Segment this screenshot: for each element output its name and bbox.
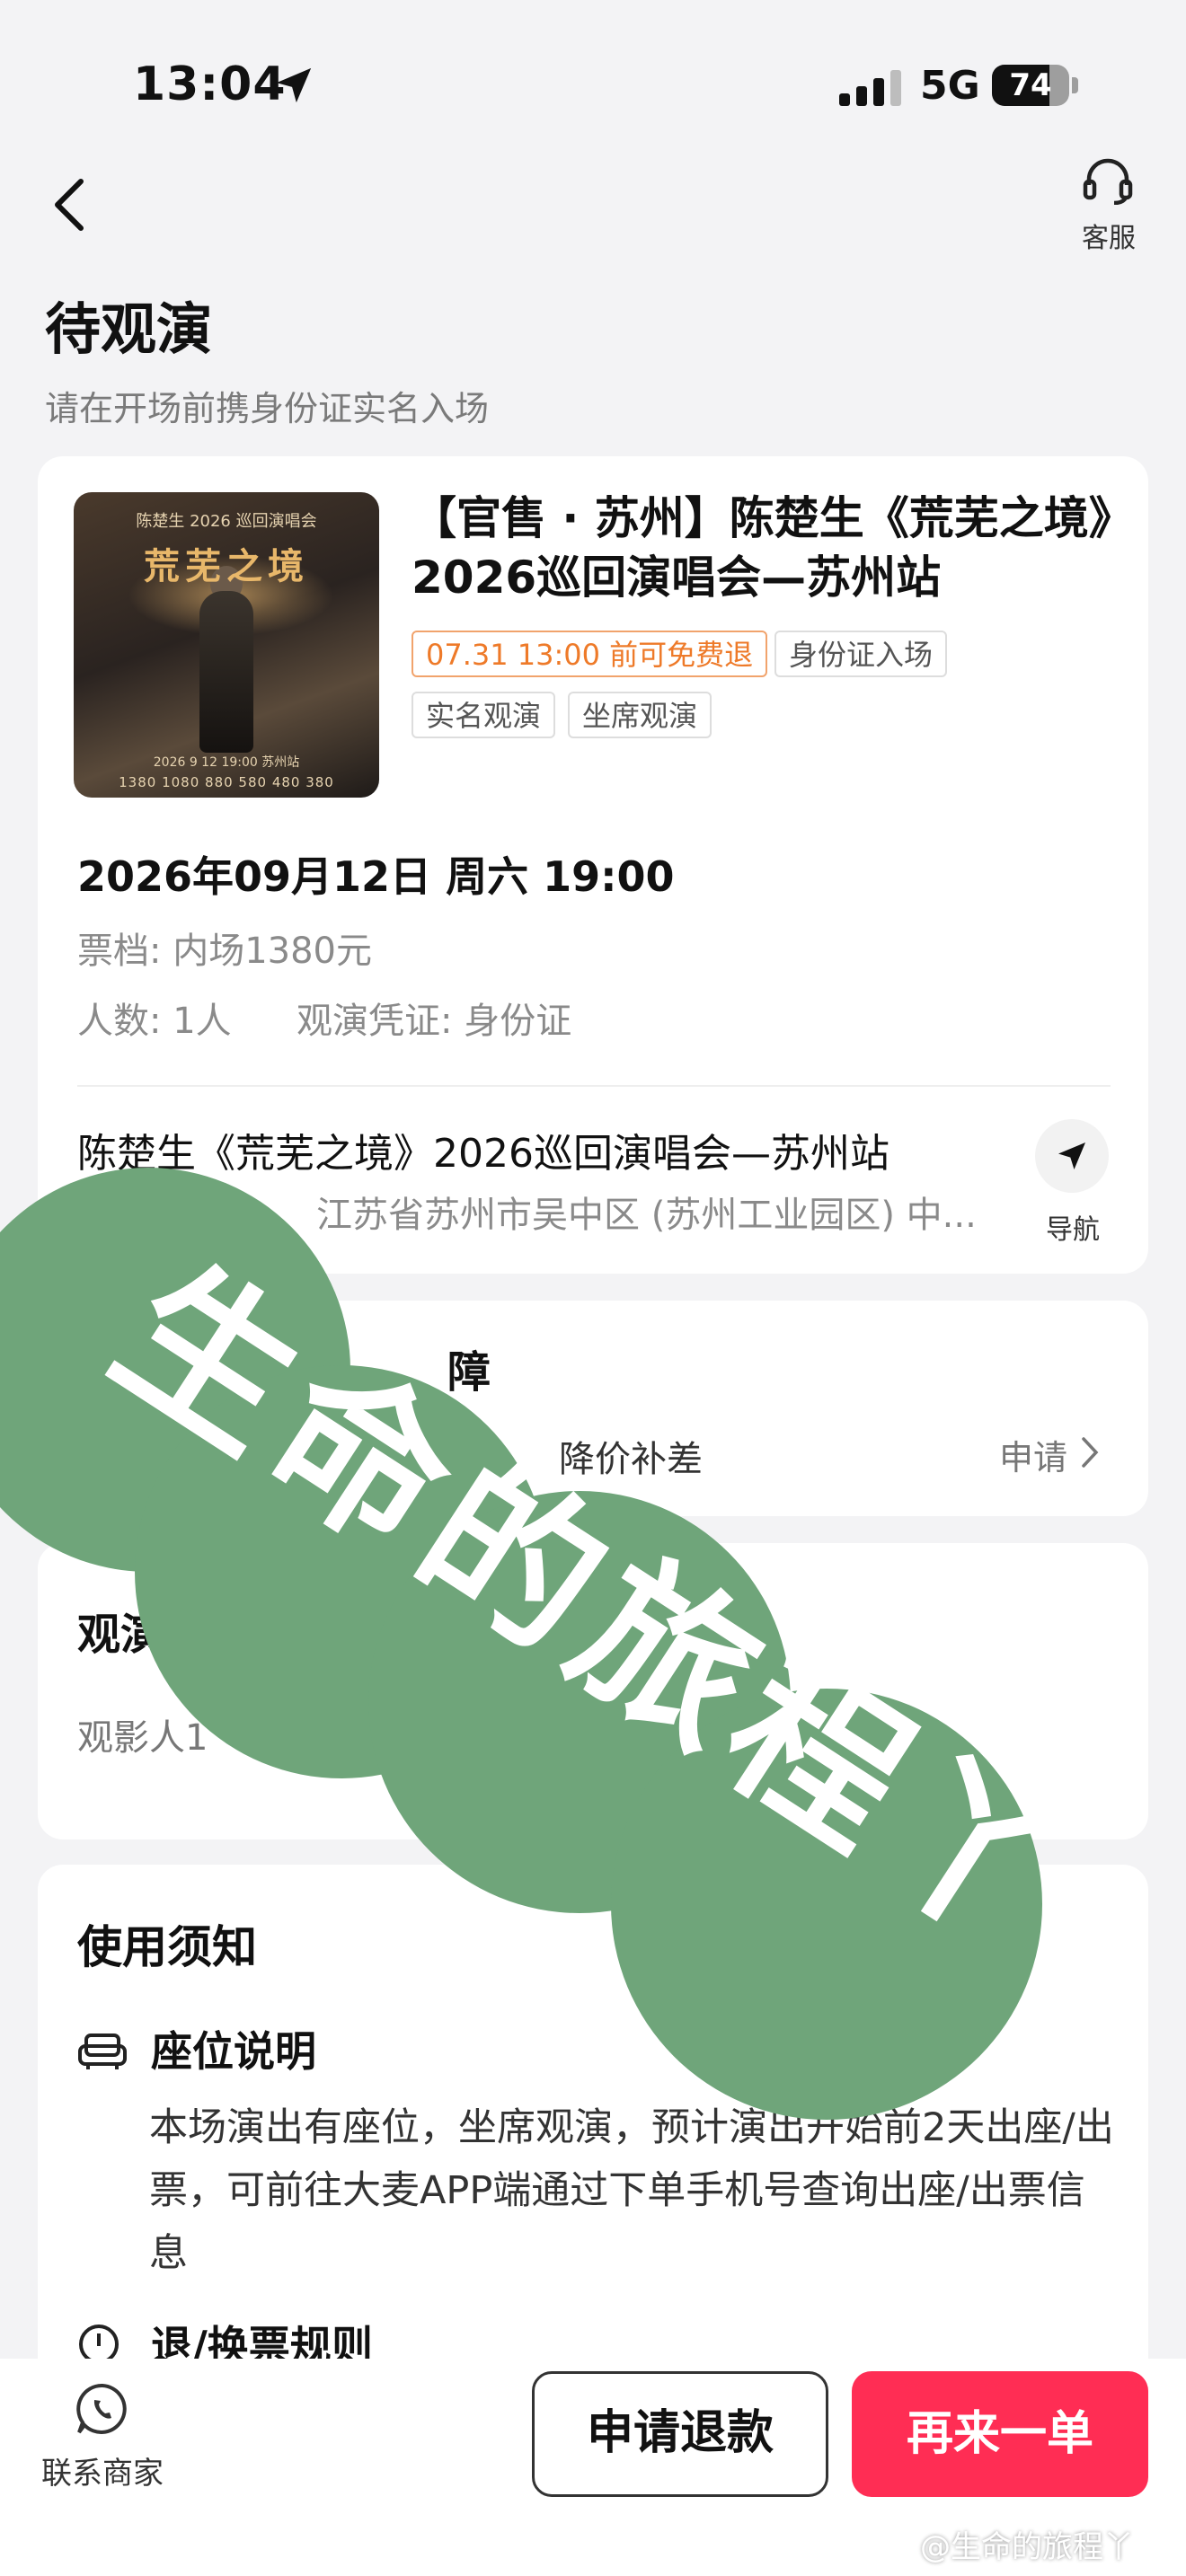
page-title: 待观演 — [45, 296, 213, 362]
people-count: 人数: 1人 — [77, 1001, 232, 1042]
navigation-label[interactable]: 导航 — [1028, 1207, 1118, 1247]
status-time: 13:04 — [133, 57, 287, 111]
reorder-button[interactable]: 再来一单 — [852, 2371, 1148, 2497]
id-entry-tag: 身份证入场 — [774, 631, 948, 677]
refund-deadline-tag: 07.31 13:00 前可免费退 — [412, 631, 768, 677]
page-subtitle: 请在开场前携身份证实名入场 — [45, 389, 490, 428]
poster-title: 荒芜之境 — [144, 546, 309, 587]
sofa-icon — [78, 2033, 127, 2069]
contact-merchant-label[interactable]: 联系商家 — [31, 2448, 174, 2492]
poster-prices: 1380 1080 880 580 480 380 — [119, 774, 334, 790]
seat-info-text: 本场演出有座位，坐席观演，预计演出开始前2天出座/出票，可前往大麦APP端通过下… — [149, 2105, 1114, 2276]
venue-address[interactable]: 江苏省苏州市吴中区 (苏州工业园区) 中... — [316, 1186, 1035, 1238]
request-refund-button[interactable]: 申请退款 — [532, 2371, 828, 2497]
notice-title: 使用须知 — [77, 1921, 257, 1973]
battery-level: 74 — [1009, 67, 1052, 103]
navigation-button[interactable] — [1035, 1119, 1109, 1193]
headset-icon[interactable] — [1082, 158, 1134, 205]
battery-icon: 74 — [992, 65, 1078, 106]
seat-info-title: 座位说明 — [151, 2027, 316, 2076]
chevron-right-icon[interactable] — [1080, 1435, 1100, 1469]
order-card: 陈楚生 2026 巡回演唱会 荒芜之境 2026 9 12 19:00 苏州站 … — [38, 456, 1148, 1274]
ticket-tier: 票档: 内场1380元 — [77, 931, 372, 972]
apply-link[interactable]: 申请 — [999, 1430, 1067, 1479]
source-credit: @生命的旅程丫 — [920, 2529, 1134, 2565]
back-arrow-icon[interactable] — [49, 176, 90, 234]
customer-service-label[interactable]: 客服 — [1069, 216, 1148, 255]
credential-type: 观演凭证: 身份证 — [296, 1001, 572, 1042]
poster-date: 2026 9 12 19:00 苏州站 — [153, 755, 300, 770]
seated-tag: 坐席观演 — [568, 692, 712, 738]
network-type: 5G — [920, 63, 980, 109]
viewer-item: 观影人1 — [77, 1717, 208, 1759]
event-poster[interactable]: 陈楚生 2026 巡回演唱会 荒芜之境 2026 9 12 19:00 苏州站 … — [74, 492, 379, 798]
real-name-tag: 实名观演 — [412, 692, 556, 738]
navigation-arrow-icon — [1058, 1142, 1085, 1169]
cellular-signal-icon — [839, 70, 901, 106]
phone-chat-icon[interactable] — [75, 2382, 129, 2436]
location-arrow-icon — [276, 67, 312, 103]
event-title[interactable]: 【官售 · 苏州】陈楚生《荒芜之境》2026巡回演唱会—苏州站 — [412, 489, 1121, 607]
venue-name[interactable]: 陈楚生《荒芜之境》2026巡回演唱会—苏州站 — [77, 1121, 1021, 1178]
show-datetime: 2026年09月12日 周六 19:00 — [77, 852, 675, 901]
poster-caption: 陈楚生 2026 巡回演唱会 — [136, 512, 317, 531]
divider — [77, 1085, 1111, 1087]
